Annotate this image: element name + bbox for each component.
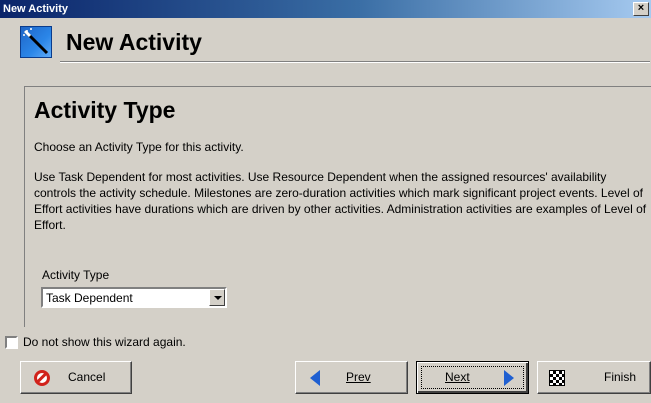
- section-title: Activity Type: [34, 97, 176, 123]
- chevron-down-icon[interactable]: [209, 289, 225, 306]
- next-button[interactable]: Next: [416, 361, 529, 394]
- window-title: New Activity: [3, 3, 69, 15]
- intro-text: Choose an Activity Type for this activit…: [34, 140, 244, 154]
- finish-label: Finish: [604, 370, 637, 384]
- next-label: Next: [445, 370, 470, 384]
- finish-button[interactable]: Finish: [537, 361, 651, 394]
- header-title: New Activity: [66, 29, 202, 55]
- activity-type-select[interactable]: Task Dependent: [41, 287, 227, 308]
- dont-show-again-label[interactable]: Do not show this wizard again.: [23, 334, 186, 350]
- prev-label: Prev: [346, 370, 371, 384]
- cancel-label: Cancel: [68, 370, 106, 384]
- activity-type-value: Task Dependent: [46, 291, 133, 305]
- header-divider: [60, 61, 650, 63]
- arrow-left-icon: [310, 370, 320, 386]
- cancel-button[interactable]: Cancel: [20, 361, 132, 394]
- activity-type-label: Activity Type: [42, 268, 110, 282]
- magic-wand-icon: [20, 26, 52, 58]
- checkered-flag-icon: [549, 370, 565, 386]
- prev-button[interactable]: Prev: [295, 361, 408, 394]
- description-text: Use Task Dependent for most activities. …: [34, 170, 647, 232]
- cancel-icon: [34, 370, 50, 386]
- dont-show-again-checkbox[interactable]: [5, 336, 18, 349]
- content-panel: Activity Type Choose an Activity Type fo…: [24, 86, 651, 327]
- close-button[interactable]: ×: [633, 2, 649, 16]
- arrow-right-icon: [504, 370, 514, 386]
- title-bar: New Activity ×: [0, 0, 651, 18]
